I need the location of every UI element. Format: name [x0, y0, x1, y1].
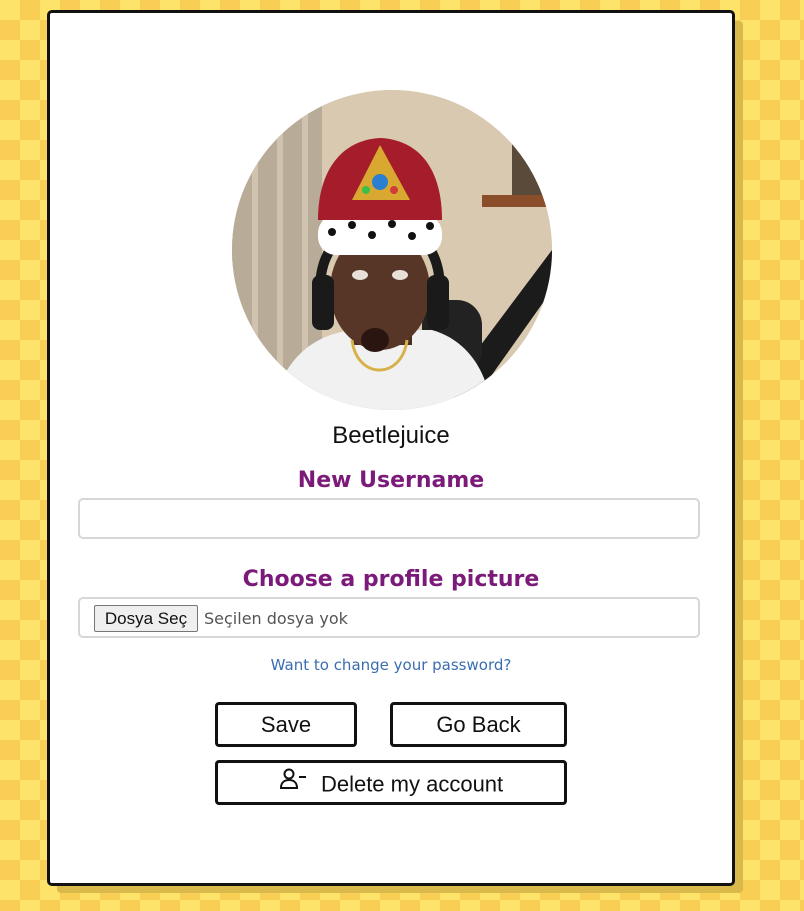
profile-picture-label: Choose a profile picture [242, 567, 540, 592]
go-back-button[interactable]: Go Back [390, 702, 567, 747]
file-status-text: Seçilen dosya yok [204, 609, 348, 628]
profile-picture-file-input[interactable]: Dosya Seç Seçilen dosya yok [78, 597, 700, 638]
avatar-image [232, 90, 552, 410]
display-name: Beetlejuice [332, 422, 450, 449]
profile-avatar [232, 90, 552, 410]
new-username-input[interactable] [78, 498, 700, 539]
choose-file-button[interactable]: Dosya Seç [94, 605, 198, 632]
save-button[interactable]: Save [215, 702, 357, 747]
delete-account-button[interactable]: Delete my account [215, 760, 567, 805]
profile-edit-card: Beetlejuice New Username Choose a profil… [47, 10, 735, 886]
delete-account-label: Delete my account [320, 771, 504, 797]
user-minus-icon [279, 763, 307, 802]
change-password-link[interactable]: Want to change your password? [50, 656, 732, 674]
username-label: New Username [297, 468, 485, 493]
